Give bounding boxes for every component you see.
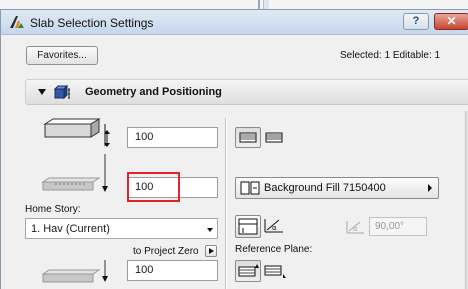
chevron-down-icon [207, 228, 213, 232]
geometry-panel-icon [53, 84, 72, 100]
close-button[interactable]: ✕ [434, 13, 468, 30]
model-view-fill-button[interactable] [235, 127, 261, 148]
slab-thickness-icon [41, 118, 127, 151]
svg-text:α: α [272, 224, 277, 232]
to-project-zero-label: to Project Zero [133, 246, 199, 257]
collapse-triangle-icon[interactable] [38, 89, 46, 95]
svg-text:α: α [353, 225, 358, 233]
reference-plane-top-button[interactable] [235, 260, 261, 282]
geometry-panel-header[interactable]: Geometry and Positioning [25, 79, 468, 105]
home-story-label: Home Story: [25, 204, 81, 215]
background-fill-label: Background Fill 7150400 [264, 182, 386, 194]
slab-thickness-input[interactable]: 100 [127, 127, 218, 148]
fill-type-icon [240, 181, 262, 198]
reference-plane-label: Reference Plane: [235, 244, 313, 255]
home-story-value: 1. Hav (Current) [31, 223, 110, 235]
cut-fill-icon[interactable] [263, 128, 285, 147]
background-fill-button[interactable]: Background Fill 7150400 [235, 177, 439, 199]
project-zero-input[interactable]: 100 [127, 260, 218, 281]
background-window-strip [0, 0, 468, 9]
angle-input[interactable]: 90,00° [369, 217, 427, 236]
project-zero-slab-icon [41, 260, 127, 289]
favorites-button[interactable]: Favorites... [26, 46, 98, 65]
slab-selection-settings-dialog: Slab Selection Settings ? ✕ Favorites...… [0, 9, 468, 289]
background-window-edge [258, 0, 260, 9]
background-window-tab [263, 0, 269, 9]
help-button[interactable]: ? [403, 13, 429, 30]
slab-offset-icon [41, 154, 127, 207]
selection-info: Selected: 1 Editable: 1 [340, 50, 441, 61]
chevron-right-icon [428, 184, 432, 192]
window-title: Slab Selection Settings [30, 16, 154, 30]
surface-orientation-button[interactable] [235, 215, 261, 238]
title-bar[interactable]: Slab Selection Settings ? ✕ [1, 10, 468, 35]
archicad-app-icon [9, 15, 25, 29]
project-zero-arrow-button[interactable] [205, 245, 217, 257]
column-divider [225, 118, 227, 289]
angle-orientation-icon[interactable]: α [263, 216, 287, 236]
panel-title: Geometry and Positioning [85, 86, 222, 98]
home-story-dropdown[interactable]: 1. Hav (Current) [25, 218, 218, 239]
highlight-annotation-frame [127, 172, 180, 202]
reference-plane-options-icon[interactable] [263, 261, 287, 281]
angle-icon-disabled: α [345, 219, 367, 236]
